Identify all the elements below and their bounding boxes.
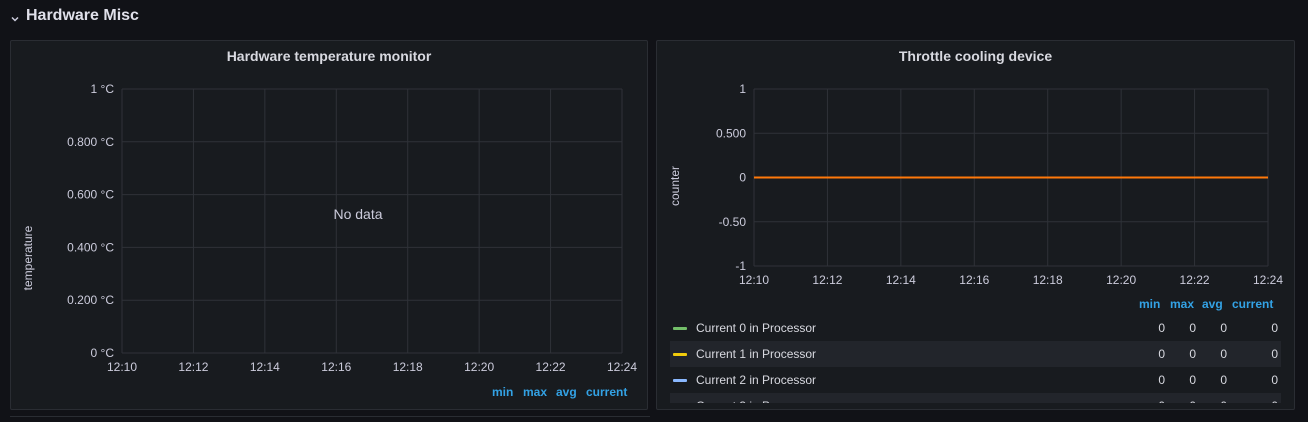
y-tick-label: 0.400 °C [67,240,114,254]
x-tick-label: 12:24 [1253,273,1283,287]
row-header-hardware-misc[interactable]: Hardware Misc [10,4,139,28]
legend-header-min[interactable]: min [492,385,513,399]
legend-value-min: 0 [1158,321,1165,335]
y-tick-label: 0.500 [716,126,746,140]
legend-series-name[interactable]: Current 0 in Processor [696,321,816,335]
y-tick-label: 0 °C [91,346,115,360]
x-tick-label: 12:18 [1033,273,1063,287]
legend-value-current: 0 [1248,399,1278,403]
legend-color-swatch[interactable] [673,379,687,382]
y-tick-label: 1 [739,82,746,96]
chevron-down-icon [10,11,20,22]
x-tick-label: 12:16 [959,273,989,287]
no-data-message: No data [333,206,382,222]
throttle-chart[interactable]: 12:10 12:12 12:14 12:16 12:18 12:20 12:22 12:24… [657,41,1294,296]
legend-value-current: 0 [1271,347,1278,361]
y-tick-label: 0.200 °C [67,293,114,307]
x-tick-label: 12:16 [321,360,351,374]
x-tick-label: 12:12 [178,360,208,374]
x-tick-label: 12:10 [739,273,769,287]
x-tick-label: 12:22 [536,360,566,374]
legend-value-avg: 0 [1220,347,1227,361]
legend-item[interactable]: Current 2 in Processor 0 0 0 0 [670,367,1281,393]
x-tick-label: 12:22 [1180,273,1210,287]
x-tick-label: 12:12 [812,273,842,287]
legend-value-avg: 0 [1220,321,1227,335]
legend-value-max: 0 [1166,399,1196,403]
next-row-divider [10,416,650,422]
y-tick-label: 0.800 °C [67,135,114,149]
legend-series-name[interactable]: Current 1 in Processor [696,347,816,361]
legend-value-current: 0 [1271,321,1278,335]
y-tick-label: -0.50 [719,215,747,229]
x-tick-label: 12:14 [250,360,280,374]
legend-color-swatch[interactable] [673,327,687,330]
row-title: Hardware Misc [26,7,139,24]
legend-item[interactable]: Current 3 in Processor0000 [670,393,1281,403]
legend-item[interactable]: Current 0 in Processor 0 0 0 0 [670,315,1281,341]
x-tick-label: 12:20 [464,360,494,374]
panel-throttle-cooling-device: Throttle cooling device counter 12:10 12:… [656,40,1295,410]
y-tick-label: 1 °C [91,82,115,96]
legend-value-current: 0 [1271,373,1278,387]
legend-header-current[interactable]: current [586,385,627,399]
y-tick-label: 0 [739,171,746,185]
legend-value-avg: 0 [1220,373,1227,387]
legend-value-min: 0 [1158,347,1165,361]
panel-hardware-temperature-monitor: Hardware temperature monitor temperature… [10,40,648,410]
legend-header-avg[interactable]: avg [556,385,577,399]
legend-header-max[interactable]: max [1170,297,1194,311]
legend-item[interactable]: Current 1 in Processor 0 0 0 0 [670,341,1281,367]
legend-value-max: 0 [1189,347,1196,361]
legend-header: min max avg current [657,297,1294,313]
x-tick-label: 12:14 [886,273,916,287]
x-tick-label: 12:18 [393,360,423,374]
legend-header-current[interactable]: current [1232,297,1273,311]
x-tick-label: 12:24 [607,360,637,374]
legend-value-max: 0 [1189,321,1196,335]
temperature-chart[interactable]: 12:10 12:12 12:14 12:16 12:18 12:20 12:22 12:24… [11,41,647,409]
legend-value-min: 0 [1158,373,1165,387]
legend-header: min max avg current [11,385,647,401]
legend-header-min[interactable]: min [1139,297,1160,311]
y-tick-label: 0.600 °C [67,188,114,202]
x-tick-label: 12:10 [107,360,137,374]
legend-value-avg: 0 [1197,399,1227,403]
legend-color-swatch[interactable] [673,353,687,356]
legend-value-min: 0 [1135,399,1165,403]
legend-series-name[interactable]: Current 2 in Processor [696,373,816,387]
legend-header-max[interactable]: max [523,385,547,399]
legend-header-avg[interactable]: avg [1202,297,1223,311]
legend-list[interactable]: Current 0 in Processor 0 0 0 0 Current 1 in P… [670,315,1281,403]
legend-value-max: 0 [1189,373,1196,387]
x-tick-label: 12:20 [1106,273,1136,287]
y-tick-label: -1 [735,259,746,273]
legend-series-name[interactable]: Current 3 in Processor [696,399,816,403]
